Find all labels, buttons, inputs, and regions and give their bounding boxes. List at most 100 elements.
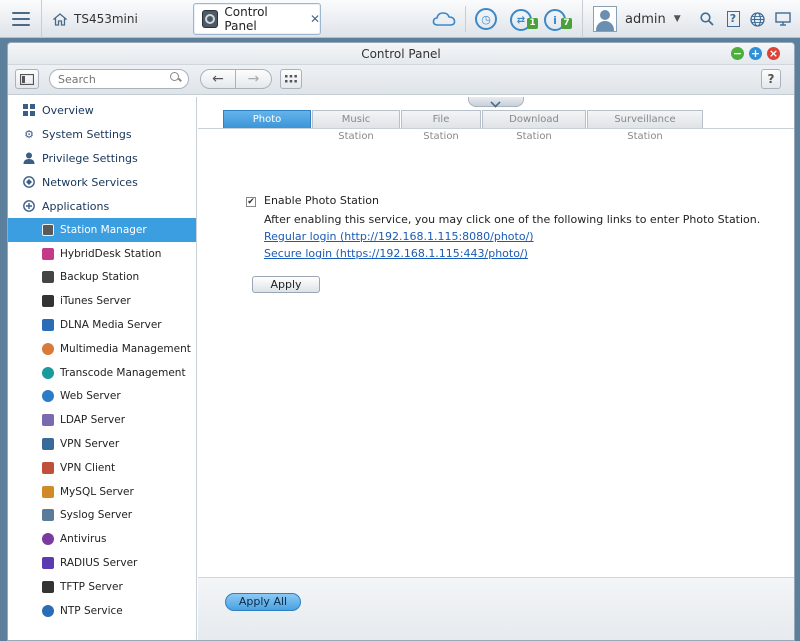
hybriddesk-icon — [42, 247, 54, 260]
content-panel: Photo Station Music Station File Station… — [198, 97, 794, 640]
maximize-button[interactable]: + — [749, 47, 762, 60]
close-window-button[interactable]: × — [767, 47, 780, 60]
grid-icon — [285, 75, 297, 83]
sidebar-item-vpn-server[interactable]: VPN Server — [8, 432, 196, 456]
window-toolbar: ← → ? — [8, 65, 794, 95]
search-icon — [700, 12, 714, 26]
language-button[interactable] — [744, 0, 770, 38]
notifications-button[interactable]: i 7 — [540, 7, 572, 33]
background-tasks-button[interactable]: ◷ — [474, 7, 498, 31]
sidebar-item-antivirus[interactable]: Antivirus — [8, 527, 196, 551]
sidebar-item-label: Syslog Server — [60, 509, 133, 522]
sidebar-item-backup-station[interactable]: Backup Station — [8, 266, 196, 290]
window-titlebar: Control Panel − + × — [8, 43, 794, 65]
sidebar-item-label: Applications — [42, 199, 110, 213]
all-apps-button[interactable] — [280, 69, 302, 89]
sidebar-item-label: VPN Server — [60, 438, 120, 451]
search-button[interactable] — [694, 0, 720, 38]
backup-station-icon — [42, 271, 54, 284]
collapse-header-button[interactable] — [468, 97, 524, 107]
tab-download-station[interactable]: Download Station — [482, 110, 586, 142]
antivirus-icon — [42, 533, 54, 546]
regular-login-link[interactable]: Regular login (http://192.168.1.115:8080… — [264, 230, 534, 243]
footer-bar: Apply All — [198, 577, 794, 640]
sidebar-item-tftp-server[interactable]: TFTP Server — [8, 575, 196, 599]
sidebar-item-transcode-management[interactable]: Transcode Management — [8, 361, 196, 385]
sidebar-item-multimedia-management[interactable]: Multimedia Management — [8, 337, 196, 361]
sidebar: Overview ⚙ System Settings Privilege Set… — [8, 97, 197, 640]
itunes-icon — [42, 295, 54, 308]
station-manager-icon — [42, 223, 54, 236]
sidebar-item-syslog-server[interactable]: Syslog Server — [8, 504, 196, 528]
back-button[interactable]: ← — [200, 69, 236, 89]
tab-music-station[interactable]: Music Station — [312, 110, 400, 142]
display-settings-button[interactable] — [770, 0, 796, 38]
sidebar-item-ldap-server[interactable]: LDAP Server — [8, 408, 196, 432]
tab-bar: Photo Station Music Station File Station… — [223, 110, 704, 142]
control-panel-icon — [202, 10, 219, 28]
web-server-icon — [42, 390, 54, 403]
sidebar-item-label: Backup Station — [60, 271, 140, 284]
display-icon — [775, 12, 791, 26]
sidebar-item-system-settings[interactable]: ⚙ System Settings — [8, 122, 196, 146]
sidebar-item-label: Station Manager — [60, 223, 147, 236]
chevron-down-icon: ▼ — [673, 14, 681, 24]
apply-all-button[interactable]: Apply All — [225, 593, 301, 611]
main-menu-button[interactable] — [0, 0, 42, 38]
sidebar-item-label: System Settings — [42, 127, 132, 141]
sidebar-item-label: NTP Service — [60, 604, 123, 617]
tab-file-station[interactable]: File Station — [401, 110, 481, 142]
sidebar-item-web-server[interactable]: Web Server — [8, 385, 196, 409]
search-icon[interactable] — [170, 72, 181, 83]
sidebar-item-mysql-server[interactable]: MySQL Server — [8, 480, 196, 504]
sidebar-item-applications[interactable]: Applications — [8, 194, 196, 218]
user-menu[interactable]: admin ▼ — [582, 0, 692, 38]
apply-button[interactable]: Apply — [252, 276, 320, 293]
sidebar-toggle-icon — [20, 73, 34, 85]
toggle-sidebar-button[interactable] — [15, 69, 39, 89]
sidebar-item-itunes-server[interactable]: iTunes Server — [8, 289, 196, 313]
sidebar-item-station-manager[interactable]: Station Manager — [8, 218, 196, 242]
username: admin — [625, 11, 666, 27]
network-services-icon — [23, 176, 35, 188]
sidebar-item-label: Antivirus — [60, 533, 107, 546]
control-panel-window: Control Panel − + × ← → ? Overview ⚙ Sys… — [7, 42, 795, 641]
search-input[interactable] — [49, 69, 189, 89]
help-icon: ? — [726, 11, 740, 27]
tab-control-panel[interactable]: Control Panel ✕ — [193, 3, 321, 35]
close-tab-icon[interactable]: ✕ — [310, 12, 320, 26]
tab-control-panel-label: Control Panel — [224, 5, 268, 33]
sidebar-item-network-services[interactable]: Network Services — [8, 170, 196, 194]
sidebar-item-label: iTunes Server — [60, 295, 131, 308]
secure-login-link[interactable]: Secure login (https://192.168.1.115:443/… — [264, 247, 528, 260]
sidebar-item-ntp-service[interactable]: NTP Service — [8, 599, 196, 623]
home-tab[interactable]: TS453mini — [43, 3, 191, 35]
system-settings-icon: ⚙ — [24, 127, 34, 141]
help-button[interactable]: ? — [761, 69, 781, 89]
tab-photo-station[interactable]: Photo Station — [223, 110, 311, 142]
device-name: TS453mini — [74, 12, 138, 26]
help-button[interactable]: ? — [720, 0, 746, 38]
sidebar-item-privilege-settings[interactable]: Privilege Settings — [8, 146, 196, 170]
home-icon — [53, 12, 67, 26]
enable-photo-station-checkbox[interactable]: ✔ — [246, 197, 256, 207]
applications-icon — [23, 200, 35, 212]
forward-button[interactable]: → — [236, 69, 272, 89]
sidebar-item-vpn-client[interactable]: VPN Client — [8, 456, 196, 480]
myqnapcloud-button[interactable] — [430, 6, 458, 32]
minimize-button[interactable]: − — [731, 47, 744, 60]
sidebar-item-hybriddesk-station[interactable]: HybridDesk Station — [8, 242, 196, 266]
multimedia-icon — [42, 342, 54, 355]
sidebar-item-radius-server[interactable]: RADIUS Server — [8, 551, 196, 575]
enable-photo-station-row: ✔ Enable Photo Station — [246, 194, 379, 207]
tab-surveillance-station[interactable]: Surveillance Station — [587, 110, 703, 142]
backup-status-button[interactable]: ⇄ 1 — [506, 7, 538, 33]
top-bar: TS453mini Control Panel ✕ ◷ ⇄ 1 i 7 admi… — [0, 0, 800, 38]
ntp-icon — [42, 604, 54, 617]
enable-photo-station-label[interactable]: Enable Photo Station — [264, 194, 379, 207]
syslog-icon — [42, 509, 54, 522]
sidebar-item-dlna-media-server[interactable]: DLNA Media Server — [8, 313, 196, 337]
sidebar-item-overview[interactable]: Overview — [8, 98, 196, 122]
sidebar-item-label: Network Services — [42, 175, 138, 189]
vpn-server-icon — [42, 438, 54, 451]
